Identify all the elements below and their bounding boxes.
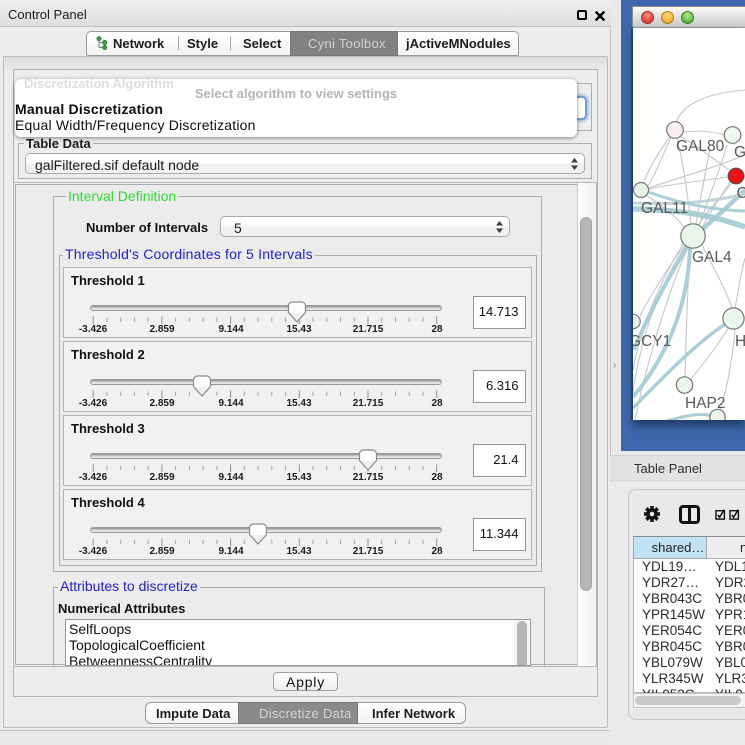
svg-text:GAL4: GAL4 bbox=[692, 249, 732, 266]
svg-text:H: H bbox=[735, 333, 745, 350]
svg-text:GCY1: GCY1 bbox=[633, 333, 671, 350]
svg-text:GAL11: GAL11 bbox=[641, 200, 688, 217]
svg-text:C: C bbox=[737, 185, 745, 202]
svg-text:G.: G. bbox=[734, 144, 745, 161]
svg-text:HAP2: HAP2 bbox=[685, 395, 726, 412]
svg-text:GAL80: GAL80 bbox=[676, 138, 725, 155]
